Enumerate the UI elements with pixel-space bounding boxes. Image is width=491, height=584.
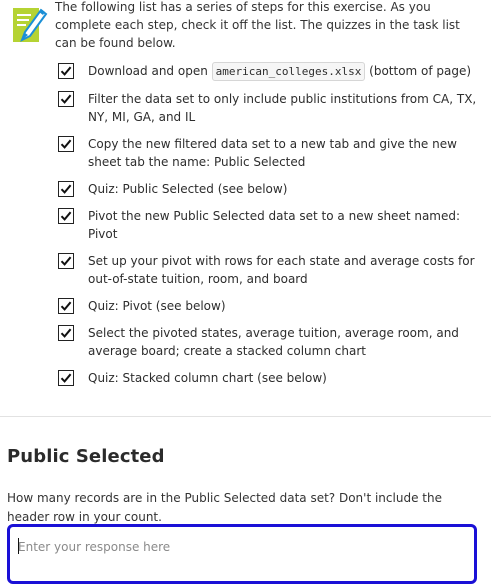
section-title: Public Selected — [7, 446, 165, 467]
question-text: How many records are in the Public Selec… — [7, 491, 442, 524]
task-checkbox[interactable] — [58, 253, 74, 269]
task-checkbox[interactable] — [58, 91, 74, 107]
task-text: Filter the data set to only include publ… — [88, 92, 477, 124]
file-name-code: american_colleges.xlsx — [211, 62, 366, 81]
task-item-filter: Filter the data set to only include publ… — [58, 90, 483, 126]
task-text-prefix: Download and open — [88, 64, 212, 78]
response-input[interactable] — [18, 536, 458, 558]
task-text: Quiz: Public Selected (see below) — [88, 182, 288, 196]
task-checkbox[interactable] — [58, 370, 74, 386]
checkmark-icon — [60, 139, 72, 149]
task-text: Set up your pivot with rows for each sta… — [88, 254, 475, 286]
task-checkbox[interactable] — [58, 298, 74, 314]
task-checkbox[interactable] — [58, 325, 74, 341]
task-item-quiz-pivot: Quiz: Pivot (see below) — [58, 297, 483, 315]
task-item-quiz-chart: Quiz: Stacked column chart (see below) — [58, 369, 483, 387]
checkmark-icon — [60, 301, 72, 311]
intro-text: The following list has a series of steps… — [55, 0, 460, 50]
checkmark-icon — [60, 373, 72, 383]
section-divider — [0, 416, 491, 417]
checkmark-icon — [60, 66, 72, 76]
task-text: Select the pivoted states, average tuiti… — [88, 326, 459, 358]
checklist-pencil-icon — [12, 2, 50, 46]
task-text-suffix: (bottom of page) — [365, 64, 472, 78]
task-text: Quiz: Stacked column chart (see below) — [88, 371, 327, 385]
checkmark-icon — [60, 256, 72, 266]
task-item-pivot: Pivot the new Public Selected data set t… — [58, 207, 483, 243]
task-item-copy: Copy the new filtered data set to a new … — [58, 135, 483, 171]
checkmark-icon — [60, 328, 72, 338]
checkmark-icon — [60, 184, 72, 194]
task-checkbox[interactable] — [58, 208, 74, 224]
checkmark-icon — [60, 94, 72, 104]
checkmark-icon — [60, 211, 72, 221]
task-item-download: Download and open american_colleges.xlsx… — [58, 62, 483, 81]
task-list: Download and open american_colleges.xlsx… — [58, 62, 483, 396]
task-item-pivot-setup: Set up your pivot with rows for each sta… — [58, 252, 483, 288]
task-checkbox[interactable] — [58, 63, 74, 79]
response-box[interactable] — [7, 524, 477, 584]
task-item-chart: Select the pivoted states, average tuiti… — [58, 324, 483, 360]
task-item-quiz-public-selected: Quiz: Public Selected (see below) — [58, 180, 483, 198]
task-checkbox[interactable] — [58, 181, 74, 197]
task-text: Quiz: Pivot (see below) — [88, 299, 226, 313]
task-text: Copy the new filtered data set to a new … — [88, 137, 457, 169]
task-text: Pivot the new Public Selected data set t… — [88, 209, 461, 241]
task-checkbox[interactable] — [58, 136, 74, 152]
